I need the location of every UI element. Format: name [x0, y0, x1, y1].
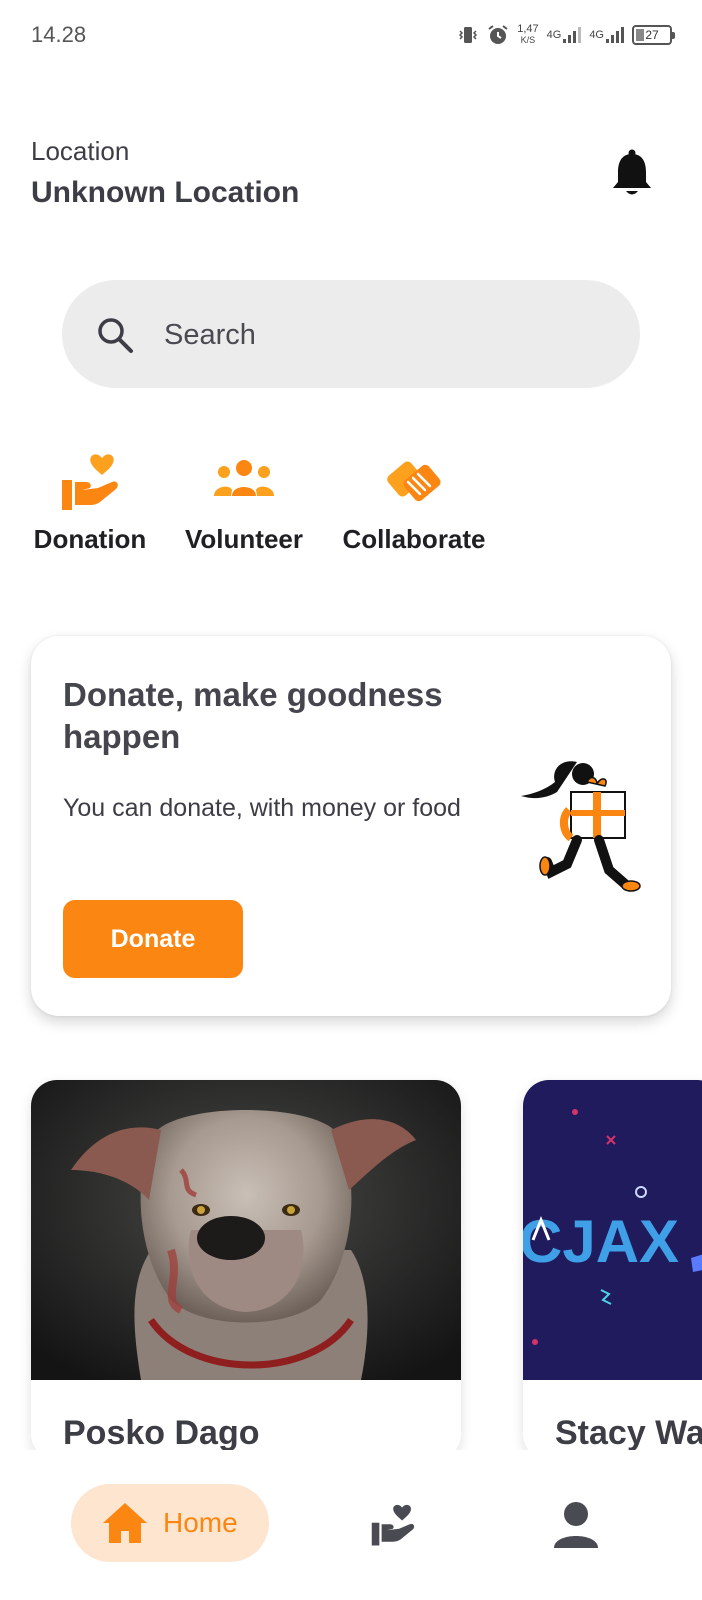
net-speed-value: 1,47	[517, 23, 539, 35]
signal-2: 4G	[589, 27, 624, 43]
search-input[interactable]	[164, 310, 584, 360]
category-volunteer-label: Volunteer	[185, 524, 303, 554]
status-time: 14.28	[31, 22, 87, 47]
hand-heart-icon	[62, 454, 118, 510]
campaign-name: Stacy Wa	[555, 1414, 702, 1452]
battery-icon: 27	[632, 25, 675, 45]
category-donation[interactable]: Donation	[31, 452, 149, 555]
alarm-icon	[487, 24, 509, 46]
network-type-2: 4G	[589, 29, 604, 41]
campaign-image-dog	[31, 1080, 461, 1380]
category-collaborate[interactable]: Collaborate	[338, 452, 490, 555]
battery-level: 27	[645, 28, 659, 42]
net-speed-unit: K/S	[520, 35, 536, 45]
network-type-1: 4G	[546, 29, 562, 41]
location-label: Location	[31, 136, 130, 166]
svg-text:CJAX: CJAX	[523, 1208, 679, 1275]
campaign-card[interactable]: CJAX Stacy Wa	[523, 1080, 702, 1460]
donate-button[interactable]: Donate	[63, 900, 243, 978]
home-icon	[103, 1503, 147, 1543]
status-icons: 1,47 K/S 4G 4G 27	[457, 20, 675, 50]
status-bar: 14.28 1,47 K/S 4G 4G 27	[0, 0, 702, 72]
signal-bars-1-icon	[563, 27, 582, 43]
campaign-name: Posko Dago	[63, 1414, 260, 1452]
group-icon	[214, 460, 274, 496]
category-donation-label: Donation	[33, 524, 147, 554]
campaign-image-logo: CJAX	[523, 1080, 702, 1380]
net-speed: 1,47 K/S	[517, 24, 538, 46]
bottom-navigation: Home	[0, 1450, 702, 1600]
donate-promo-card: Donate, make goodness happen You can don…	[31, 636, 671, 1016]
vibrate-icon	[457, 25, 479, 45]
signal-bars-2-icon	[606, 27, 624, 43]
person-carrying-gift-illustration	[521, 761, 641, 892]
donate-card-title: Donate, make goodness happen	[63, 676, 443, 755]
nav-profile-button[interactable]	[552, 1500, 600, 1550]
search-icon	[96, 316, 134, 354]
location-value[interactable]: Unknown Location	[31, 176, 299, 210]
notification-bell-icon[interactable]	[612, 148, 652, 200]
handshake-icon	[387, 461, 441, 502]
campaign-card[interactable]: Posko Dago	[31, 1080, 461, 1460]
category-collaborate-label: Collaborate	[342, 524, 486, 554]
hand-heart-icon	[371, 1504, 415, 1546]
nav-home-button[interactable]: Home	[71, 1484, 269, 1562]
donate-card-subtitle: You can donate, with money or food	[63, 794, 461, 822]
signal-1: 4G	[547, 27, 582, 43]
nav-donation-button[interactable]	[370, 1503, 416, 1547]
profile-icon	[554, 1502, 598, 1548]
nav-home-label: Home	[163, 1507, 238, 1538]
category-volunteer[interactable]: Volunteer	[180, 452, 308, 555]
